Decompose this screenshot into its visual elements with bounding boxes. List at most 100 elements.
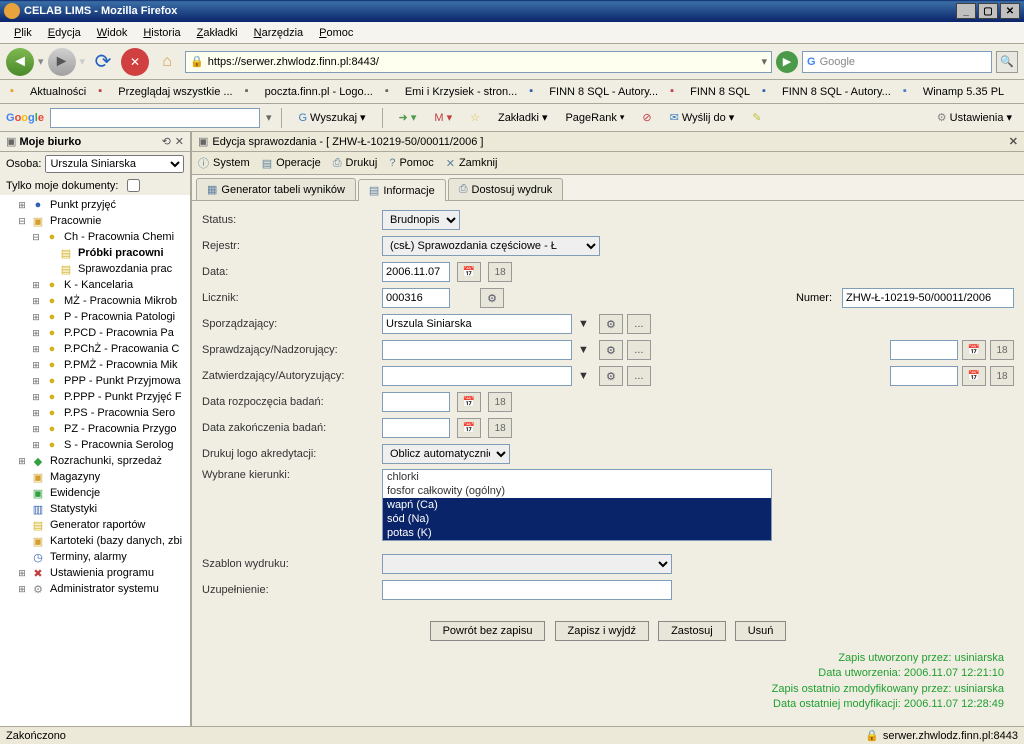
tree-expander-icon[interactable]: ⊞ (30, 296, 42, 307)
gmail-button[interactable]: M ▾ (428, 109, 458, 126)
sprawdz-more-button[interactable]: ... (627, 340, 651, 360)
tree-expander-icon[interactable]: ⊞ (30, 312, 42, 323)
tree-item[interactable]: ◷Terminy, alarmy (0, 549, 190, 565)
status-select[interactable]: Brudnopis (382, 210, 460, 230)
tree-item[interactable]: ⊞✖Ustawienia programu (0, 565, 190, 581)
tree-item[interactable]: ⊞●P.PPP - Punkt Przyjęć F (0, 389, 190, 405)
sprawdz-cal2-button[interactable]: 18 (990, 340, 1014, 360)
go-button[interactable]: ▶ (776, 51, 798, 73)
kierunek-option[interactable]: wapń (Ca) (383, 498, 771, 512)
highlight-button[interactable]: ✎ (746, 109, 767, 126)
back-dropdown[interactable]: ▾ (38, 55, 44, 68)
bookmark-item[interactable]: ▪Aktualności (6, 83, 90, 101)
tree-item[interactable]: ▣Kartoteki (bazy danych, zbi (0, 533, 190, 549)
data-calendar-button[interactable]: 📅 (457, 262, 481, 282)
data-cal2-button[interactable]: 18 (488, 262, 512, 282)
tree-expander-icon[interactable]: ⊟ (16, 216, 28, 227)
zastosuj-button[interactable]: Zastosuj (658, 621, 726, 641)
tree-expander-icon[interactable]: ⊞ (30, 424, 42, 435)
tree-expander-icon[interactable]: ⊞ (30, 360, 42, 371)
zatw-gear-button[interactable]: ⚙ (599, 366, 623, 386)
tree-item[interactable]: ▤Próbki pracowni (0, 245, 190, 261)
data-zak-input[interactable] (382, 418, 450, 438)
tree-expander-icon[interactable]: ⊞ (30, 280, 42, 291)
powrot-button[interactable]: Powrót bez zapisu (430, 621, 546, 641)
menu-plik[interactable]: Plik (6, 25, 40, 41)
bookmark-item[interactable]: ▪FINN 8 SQL - Autory... (525, 83, 662, 101)
szablon-select[interactable] (382, 554, 672, 574)
maximize-button[interactable]: ▢ (978, 3, 998, 19)
tab-informacje[interactable]: ▤Informacje (358, 179, 446, 201)
zak-cal2-button[interactable]: 18 (488, 418, 512, 438)
menu-pomoc[interactable]: Pomoc (311, 25, 361, 41)
tree-item[interactable]: ⊞●MŻ - Pracownia Mikrob (0, 293, 190, 309)
tree-expander-icon[interactable]: ⊞ (30, 344, 42, 355)
menu-narzędzia[interactable]: Narzędzia (246, 25, 312, 41)
kierunek-option[interactable]: potas (K) (383, 526, 771, 540)
menu-historia[interactable]: Historia (135, 25, 188, 41)
tree-item[interactable]: ⊞●Punkt przyjęć (0, 197, 190, 213)
numer-input[interactable] (842, 288, 1014, 308)
sprawdz-cal1-button[interactable]: 📅 (962, 340, 986, 360)
kierunki-list[interactable]: chlorkifosfor całkowity (ogólny)wapń (Ca… (382, 469, 772, 541)
google-search-dropdown[interactable]: ▾ (266, 111, 272, 124)
refresh-icon[interactable]: ⟲ (162, 135, 171, 148)
sprawdz-gear-button[interactable]: ⚙ (599, 340, 623, 360)
content-close-button[interactable]: ✕ (1009, 135, 1018, 148)
sporz-more-button[interactable]: ... (627, 314, 651, 334)
google-search-input[interactable] (50, 108, 260, 128)
uzup-input[interactable] (382, 580, 672, 600)
content-menu-zamknij[interactable]: ✕Zamknij (446, 157, 498, 170)
zatw-input[interactable] (382, 366, 572, 386)
kierunek-option[interactable]: chlorki (383, 470, 771, 484)
tree-item[interactable]: ▤Generator raportów (0, 517, 190, 533)
licznik-refresh-button[interactable]: ⚙ (480, 288, 504, 308)
ustawienia-button[interactable]: ⚙ Ustawienia ▾ (931, 109, 1018, 126)
zak-cal1-button[interactable]: 📅 (457, 418, 481, 438)
bookmark-item[interactable]: ▪FINN 8 SQL (666, 83, 754, 101)
osoba-select[interactable]: Urszula Siniarska (45, 155, 184, 173)
tree-item[interactable]: ⊞⚙Administrator systemu (0, 581, 190, 597)
rejestr-select[interactable]: (csŁ) Sprawozdania częściowe - Ł (382, 236, 600, 256)
zatw-cal1-button[interactable]: 📅 (962, 366, 986, 386)
tree-expander-icon[interactable]: ⊞ (30, 408, 42, 419)
content-menu-operacje[interactable]: ▤Operacje (262, 157, 321, 170)
tree-item[interactable]: ⊞●P.PChŻ - Pracowania C (0, 341, 190, 357)
tree-expander-icon[interactable]: ⊞ (30, 328, 42, 339)
forward-button[interactable]: ► (48, 48, 76, 76)
zatw-dropdown[interactable]: ▼ (572, 370, 595, 382)
zapisz-button[interactable]: Zapisz i wyjdź (555, 621, 649, 641)
tree-expander-icon[interactable]: ⊟ (30, 232, 42, 243)
tree-expander-icon[interactable]: ⊞ (16, 456, 28, 467)
tree-item[interactable]: ⊞●P.PS - Pracownia Sero (0, 405, 190, 421)
tree-expander-icon[interactable]: ⊞ (16, 200, 28, 211)
bookmark-item[interactable]: ▪poczta.finn.pl - Logo... (241, 83, 377, 101)
tree-expander-icon[interactable]: ⊞ (16, 568, 28, 579)
logo-select[interactable]: Oblicz automatycznie (382, 444, 510, 464)
search-button[interactable]: 🔍 (996, 51, 1018, 73)
licznik-input[interactable] (382, 288, 450, 308)
tree-item[interactable]: ⊞●PPP - Punkt Przyjmowa (0, 373, 190, 389)
tree-item[interactable]: ▣Magazyny (0, 469, 190, 485)
block-button[interactable]: ⊘ (636, 109, 657, 126)
zatw-more-button[interactable]: ... (627, 366, 651, 386)
wyszukaj-button[interactable]: GWyszukaj ▾ (292, 109, 371, 126)
content-menu-system[interactable]: ⓘSystem (198, 155, 250, 171)
sporz-dropdown[interactable]: ▼ (572, 318, 595, 330)
stop-button[interactable]: ✕ (121, 48, 149, 76)
sporz-input[interactable] (382, 314, 572, 334)
tree-expander-icon[interactable]: ⊞ (16, 584, 28, 595)
bookmark-item[interactable]: ▪FINN 8 SQL - Autory... (758, 83, 895, 101)
tree-item[interactable]: ⊞●K - Kancelaria (0, 277, 190, 293)
tree-item[interactable]: ⊞●PZ - Pracownia Przygo (0, 421, 190, 437)
tree-item[interactable]: ⊟●Ch - Pracownia Chemi (0, 229, 190, 245)
url-bar[interactable]: 🔒 https://serwer.zhwlodz.finn.pl:8443/ ▾ (185, 51, 772, 73)
home-button[interactable]: ⌂ (153, 48, 181, 76)
pagerank-button[interactable]: PageRank ▾ (559, 110, 630, 126)
data-input[interactable] (382, 262, 450, 282)
zatw-cal2-button[interactable]: 18 (990, 366, 1014, 386)
sprawdz-dropdown[interactable]: ▼ (572, 344, 595, 356)
kierunek-option[interactable]: sód (Na) (383, 512, 771, 526)
content-menu-drukuj[interactable]: ⎙Drukuj (333, 157, 378, 170)
back-button[interactable]: ◄ (6, 48, 34, 76)
